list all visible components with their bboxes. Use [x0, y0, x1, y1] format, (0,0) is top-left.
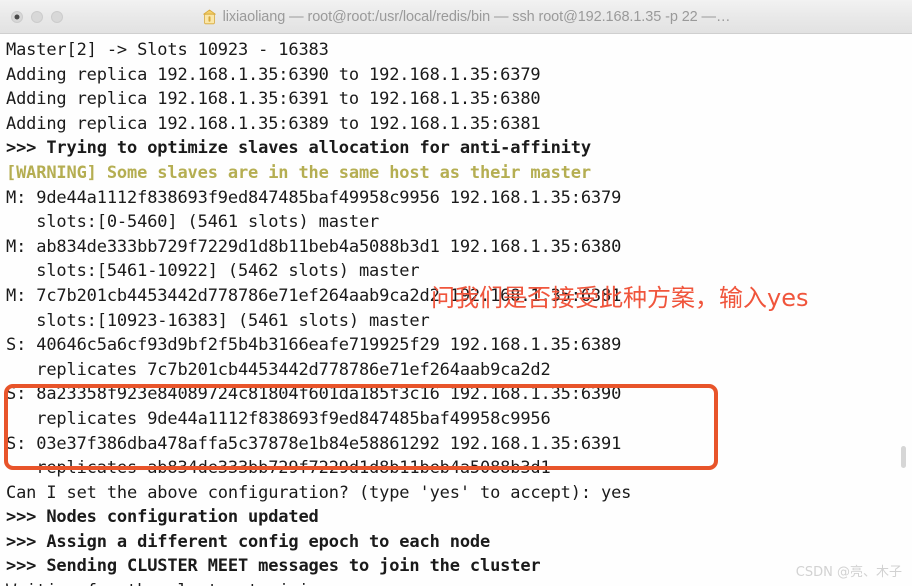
terminal-line: Adding replica 192.168.1.35:6390 to 192.… — [6, 64, 541, 85]
terminal-line: >>> Trying to optimize slaves allocation… — [6, 138, 591, 159]
watermark-text: CSDN @亮、木子 — [795, 565, 902, 580]
close-button-icon[interactable] — [11, 10, 23, 23]
terminal-line: Can I set the above configuration? (type… — [6, 482, 632, 503]
folder-lock-icon — [202, 9, 216, 24]
terminal-line: replicates ab834de333bb729f7229d1d8b11be… — [6, 458, 551, 479]
terminal-window: lixiaoliang — root@root:/usr/local/redis… — [0, 0, 912, 586]
terminal-line: >>> Sending CLUSTER MEET messages to joi… — [6, 556, 541, 577]
terminal-line: >>> Assign a different config epoch to e… — [6, 531, 491, 552]
terminal-line: S: 8a23358f923e84089724c81804f601da185f3… — [6, 384, 622, 405]
minimize-button-icon[interactable] — [31, 10, 43, 23]
terminal-line: [WARNING] Some slaves are in the same ho… — [6, 162, 591, 183]
terminal-line: Adding replica 192.168.1.35:6389 to 192.… — [6, 113, 541, 134]
traffic-light-group — [0, 10, 63, 23]
window-title-text: lixiaoliang — root@root:/usr/local/redis… — [222, 8, 731, 25]
terminal-line: Adding replica 192.168.1.35:6391 to 192.… — [6, 89, 541, 110]
terminal-line: M: 9de44a1112f838693f9ed847485baf49958c9… — [6, 187, 622, 208]
terminal-line: Master[2] -> Slots 10923 - 16383 — [6, 40, 329, 60]
terminal-line: M: ab834de333bb729f7229d1d8b11beb4a5088b… — [6, 236, 622, 257]
terminal-line: >>> Nodes configuration updated — [6, 507, 319, 528]
terminal-line: S: 40646c5a6cf93d9bf2f5b4b3166eafe719925… — [6, 335, 622, 356]
terminal-line: replicates 7c7b201cb4453442d778786e71ef2… — [6, 359, 551, 380]
annotation-note-text: 问我们是否接受此种方案，输入yes — [431, 284, 809, 312]
window-title-group: lixiaoliang — root@root:/usr/local/redis… — [0, 0, 912, 33]
terminal-line: replicates 9de44a1112f838693f9ed847485ba… — [6, 408, 551, 429]
terminal-line: S: 03e37f386dba478affa5c37878e1b84e58861… — [6, 433, 622, 454]
terminal-line: Waiting for the cluster to join — [6, 579, 912, 586]
terminal-line: slots:[0-5460] (5461 slots) master — [6, 212, 380, 233]
terminal-scrollbar-thumb[interactable] — [901, 446, 906, 468]
zoom-button-icon[interactable] — [51, 10, 63, 23]
window-titlebar[interactable]: lixiaoliang — root@root:/usr/local/redis… — [0, 0, 912, 34]
